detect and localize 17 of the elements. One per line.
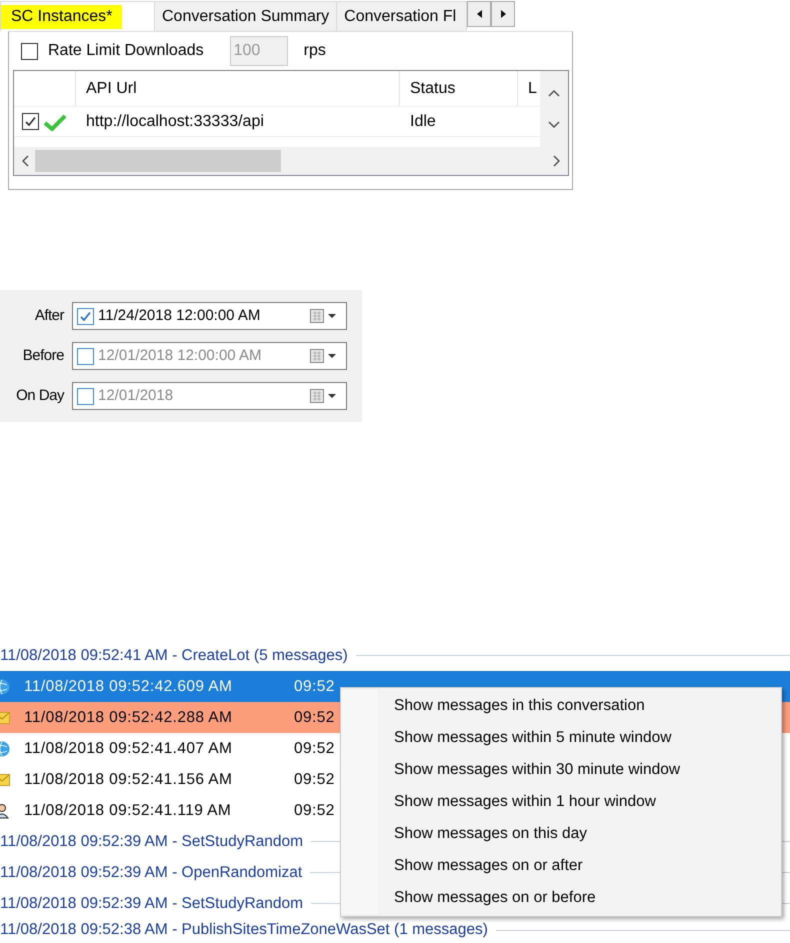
- date-filter-label: Before: [22, 346, 65, 366]
- message-time-2: 09:52: [294, 770, 335, 790]
- rps-unit-label: rps: [304, 41, 326, 61]
- rate-limit-label: Rate Limit Downloads: [48, 41, 204, 61]
- message-time-2: 09:52: [294, 738, 335, 759]
- message-time-2: 09:52: [294, 676, 335, 697]
- message-time-2: 09:52: [294, 708, 335, 728]
- message-time: 11/08/2018 09:52:41.407 AM: [24, 738, 234, 759]
- message-time-2: 09:52: [294, 800, 335, 821]
- message-time: 11/08/2018 09:52:42.609 AM: [24, 676, 234, 697]
- message-time: 11/08/2018 09:52:41.119 AM: [24, 800, 232, 821]
- date-filter-label: On Day: [15, 386, 66, 406]
- status-cell-text: Idle: [409, 112, 437, 132]
- message-time: 11/08/2018 09:52:42.288 AM: [24, 708, 234, 728]
- date-filter-label: After: [34, 306, 66, 326]
- url-cell-text: http://localhost:33333/api: [85, 112, 265, 132]
- message-time: 11/08/2018 09:52:41.156 AM: [24, 770, 234, 790]
